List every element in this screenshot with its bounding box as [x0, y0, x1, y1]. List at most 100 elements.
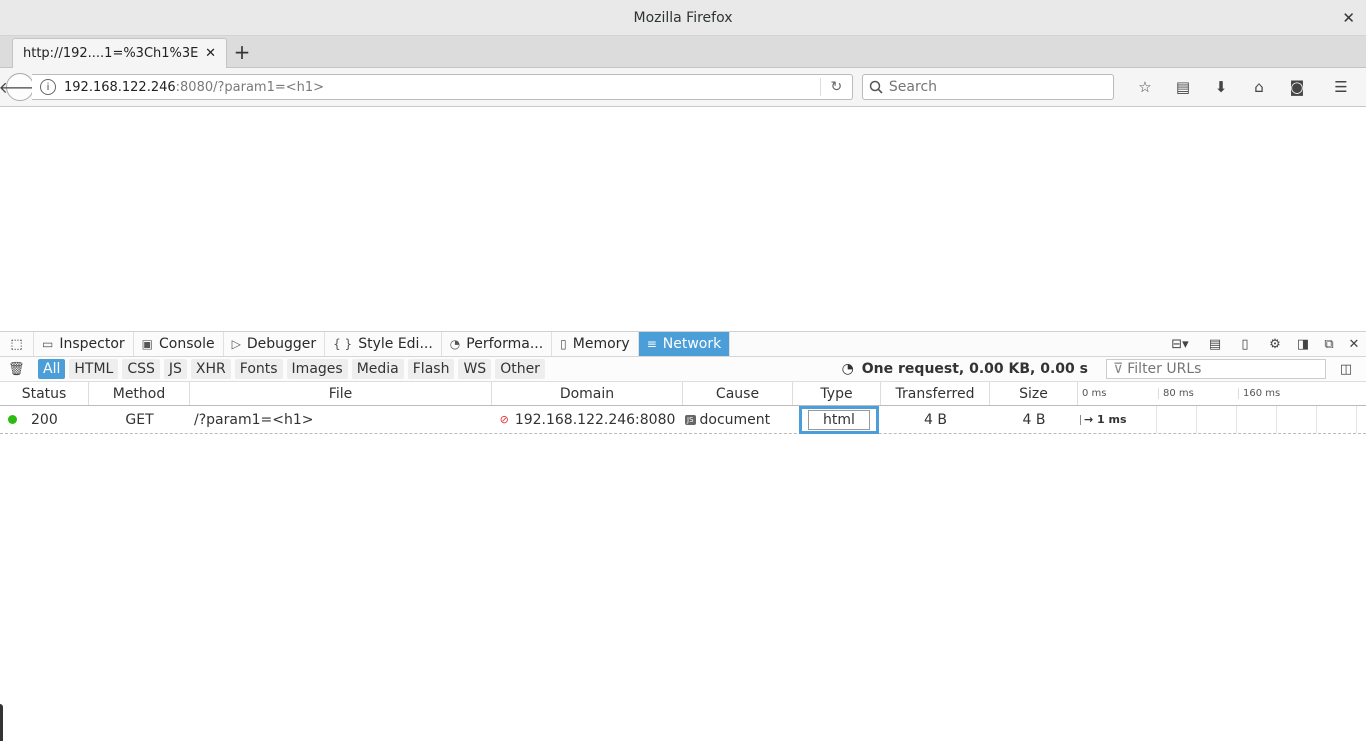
- pocket-icon[interactable]: ◙: [1278, 74, 1316, 100]
- column-cause[interactable]: Cause: [683, 382, 793, 405]
- cell-method: GET: [125, 411, 154, 428]
- split-layout-icon[interactable]: ⊟▾: [1160, 337, 1200, 352]
- filter-other[interactable]: Other: [495, 359, 545, 379]
- devtools-toolbar-right: ⊟▾ ▤ ▯ ⚙ ◨ ⧉ ✕: [1160, 332, 1366, 356]
- undock-window-icon[interactable]: ⧉: [1316, 337, 1342, 352]
- table-row[interactable]: 200 GET /?param1=<h1> ⊘ 192.168.122.246:…: [0, 405, 1366, 434]
- tab-label: Performa...: [466, 336, 544, 352]
- debugger-icon: ▷: [231, 337, 241, 351]
- type-text: html: [808, 409, 870, 430]
- cell-domain: ⊘ 192.168.122.246:8080: [492, 406, 683, 433]
- tab-close-icon[interactable]: ✕: [205, 46, 216, 61]
- timing-bar: [1080, 414, 1081, 425]
- status-dot-icon: [8, 415, 17, 424]
- navigation-toolbar: 🡐 i 192.168.122.246:8080/?param1=<h1> ↻ …: [0, 68, 1366, 107]
- tab-label: Console: [159, 336, 215, 352]
- devtools-panel: ⬚ ▭ Inspector ▣ Console ▷ Debugger { } Style…: [0, 331, 1366, 741]
- filter-flash[interactable]: Flash: [407, 359, 455, 379]
- home-icon[interactable]: ⌂: [1240, 74, 1278, 100]
- dock-side-icon[interactable]: ◨: [1290, 337, 1316, 352]
- responsive-mode-icon[interactable]: ▯: [1230, 337, 1260, 352]
- cell-status: 200: [0, 406, 89, 433]
- column-size[interactable]: Size: [990, 382, 1078, 405]
- reload-icon[interactable]: ↻: [819, 78, 852, 96]
- scratchpad-icon[interactable]: ▤: [1200, 337, 1230, 352]
- tab-debugger[interactable]: ▷ Debugger: [224, 332, 326, 356]
- settings-gear-icon[interactable]: ⚙: [1260, 337, 1290, 352]
- devtools-toolbar: ⬚ ▭ Inspector ▣ Console ▷ Debugger { } Style…: [0, 331, 1366, 357]
- tab-performance[interactable]: ◔ Performa...: [442, 332, 553, 356]
- performance-analysis-icon: ◔: [841, 361, 854, 377]
- url-path: :8080/?param1=<h1>: [175, 79, 325, 95]
- tab-title: http://192....1=%3Ch1%3E: [23, 46, 199, 61]
- clear-trash-icon[interactable]: 🗑: [8, 362, 32, 377]
- cell-size: 4 B: [1022, 411, 1046, 428]
- column-transferred[interactable]: Transferred: [881, 382, 990, 405]
- browser-tab[interactable]: http://192....1=%3Ch1%3E ✕: [12, 38, 227, 68]
- cell-transferred: 4 B: [924, 411, 947, 428]
- element-picker-icon[interactable]: ⬚: [0, 332, 34, 356]
- memory-icon: ▯: [560, 337, 567, 351]
- toggle-sidebar-icon[interactable]: ◫: [1326, 362, 1366, 377]
- filter-media[interactable]: Media: [351, 359, 404, 379]
- url-host: 192.168.122.246: [64, 79, 176, 95]
- new-tab-button[interactable]: +: [227, 37, 257, 67]
- reading-list-icon[interactable]: ▤: [1164, 74, 1202, 100]
- filter-css[interactable]: CSS: [122, 359, 160, 379]
- filter-urls-input[interactable]: [1127, 361, 1318, 377]
- search-bar[interactable]: [861, 74, 1114, 100]
- column-file[interactable]: File: [190, 382, 492, 405]
- page-content: [0, 107, 1366, 331]
- request-summary[interactable]: ◔ One request, 0.00 KB, 0.00 s: [842, 361, 1088, 377]
- site-info-icon[interactable]: i: [40, 79, 56, 95]
- devtools-close-icon[interactable]: ✕: [1342, 337, 1366, 352]
- filter-ws[interactable]: WS: [458, 359, 492, 379]
- downloads-icon[interactable]: ⬇: [1202, 74, 1240, 100]
- column-domain[interactable]: Domain: [492, 382, 683, 405]
- filter-images[interactable]: Images: [286, 359, 348, 379]
- waterfall-tick-160: 160 ms: [1238, 388, 1318, 399]
- tab-label: Memory: [572, 336, 630, 352]
- inspector-icon: ▭: [42, 337, 54, 351]
- domain-text: 192.168.122.246:8080: [514, 411, 676, 428]
- requests-table-header: Status Method File Domain Cause Type Tra…: [0, 382, 1366, 406]
- performance-icon: ◔: [449, 337, 461, 351]
- bookmark-star-icon[interactable]: ☆: [1126, 74, 1164, 100]
- window-close-button[interactable]: ✕: [1342, 9, 1355, 27]
- filter-html[interactable]: HTML: [69, 359, 119, 379]
- filter-funnel-icon: ⊽: [1113, 361, 1124, 377]
- cell-timing: → 1 ms: [1078, 406, 1158, 433]
- network-filter-bar: 🗑 All HTML CSS JS XHR Fonts Images Media…: [0, 357, 1366, 382]
- filter-all[interactable]: All: [38, 359, 66, 379]
- tab-memory[interactable]: ▯ Memory: [552, 332, 639, 356]
- cell-type[interactable]: html: [793, 405, 881, 434]
- tab-label: Inspector: [59, 336, 125, 352]
- search-input[interactable]: [888, 79, 1109, 95]
- url-bar[interactable]: i 192.168.122.246:8080/?param1=<h1> ↻: [32, 74, 853, 100]
- timing-text: → 1 ms: [1084, 413, 1127, 426]
- tab-strip: http://192....1=%3Ch1%3E ✕ +: [0, 36, 1366, 68]
- filter-js[interactable]: JS: [163, 359, 187, 379]
- waterfall-tick-80: 80 ms: [1158, 388, 1238, 399]
- filter-xhr[interactable]: XHR: [190, 359, 231, 379]
- status-code: 200: [31, 411, 58, 428]
- tab-label: Debugger: [246, 336, 317, 352]
- network-icon: ≡: [646, 337, 657, 351]
- column-waterfall[interactable]: 0 ms 80 ms 160 ms: [1078, 382, 1366, 405]
- back-button[interactable]: 🡐: [0, 73, 41, 101]
- cell-cause: JS document: [683, 406, 793, 433]
- column-status[interactable]: Status: [0, 382, 89, 405]
- hamburger-menu-icon[interactable]: ☰: [1322, 74, 1360, 100]
- tab-network[interactable]: ≡ Network: [638, 332, 731, 356]
- type-highlight: html: [799, 405, 879, 434]
- filter-fonts[interactable]: Fonts: [234, 359, 283, 379]
- window-title: Mozilla Firefox: [633, 9, 733, 26]
- filter-urls-box[interactable]: ⊽: [1106, 359, 1326, 379]
- tab-console[interactable]: ▣ Console: [134, 332, 224, 356]
- style-editor-icon: { }: [333, 337, 353, 351]
- column-method[interactable]: Method: [89, 382, 190, 405]
- column-type[interactable]: Type: [793, 382, 881, 405]
- tab-style-editor[interactable]: { } Style Edi...: [325, 332, 442, 356]
- window-titlebar: Mozilla Firefox ✕: [0, 0, 1366, 36]
- tab-inspector[interactable]: ▭ Inspector: [34, 332, 134, 356]
